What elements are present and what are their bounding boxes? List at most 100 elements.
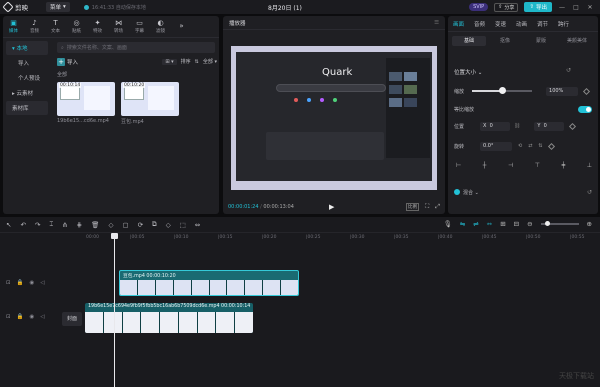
tool-tab[interactable]: T 文本: [45, 16, 66, 37]
property-tab[interactable]: 音频: [469, 20, 490, 28]
reset-icon[interactable]: ↺: [566, 67, 571, 74]
scale-slider-knob[interactable]: [499, 87, 507, 94]
preview-canvas[interactable]: Quark: [231, 46, 437, 190]
sort-icon[interactable]: ⇅: [195, 59, 199, 65]
fit-timeline-icon[interactable]: ⊟: [514, 220, 519, 228]
track-lock-icon[interactable]: ⊡: [6, 314, 11, 320]
timeline-tool-icon[interactable]: 🗑: [91, 221, 99, 229]
sidebar-item[interactable]: 导入: [6, 56, 48, 70]
zoom-in-icon[interactable]: ⊕: [587, 220, 592, 228]
property-tab[interactable]: 调节: [532, 20, 553, 28]
fullscreen-icon[interactable]: ⤢: [435, 203, 440, 211]
minimize-icon[interactable]: —: [558, 4, 566, 11]
align-middle-icon[interactable]: ╪: [562, 162, 566, 169]
tool-tab[interactable]: ▣ 媒体: [3, 16, 24, 37]
keyframe-icon[interactable]: [547, 142, 555, 150]
tool-tab[interactable]: »: [171, 16, 192, 37]
position-size-section[interactable]: 位置大小 ⌄: [454, 68, 482, 76]
track-mute-icon[interactable]: ◁: [40, 280, 44, 286]
timeline-tool-icon[interactable]: ◇: [108, 221, 113, 229]
rotate-icon[interactable]: ⟲: [518, 143, 522, 149]
preview-axis-icon[interactable]: ⊞: [500, 220, 505, 228]
timeline-clip[interactable]: 19b6e15e7c694e9fb9f5fbb5bc16ab6b7509dcd6…: [85, 303, 253, 333]
close-icon[interactable]: ✕: [586, 4, 594, 11]
keyframe-icon[interactable]: [582, 87, 591, 95]
scale-slider[interactable]: [472, 87, 533, 94]
sidebar-item[interactable]: 个人预设: [6, 71, 48, 85]
tool-tab[interactable]: ♪ 音频: [24, 16, 45, 37]
blend-label[interactable]: 混合 ⌄: [463, 189, 479, 196]
property-tab[interactable]: 跨行: [553, 20, 574, 28]
track-visible-icon[interactable]: ◉: [29, 314, 34, 320]
align-left-icon[interactable]: ⊢: [456, 162, 461, 169]
reset-icon[interactable]: ↺: [587, 189, 592, 196]
keyframe-icon[interactable]: [569, 122, 577, 130]
tool-tab[interactable]: ◐ 滤镜: [150, 16, 171, 37]
track-mute-icon[interactable]: ◁: [40, 314, 44, 320]
track-visible-icon[interactable]: ◉: [29, 280, 34, 286]
auto-snap-icon[interactable]: ⇌: [473, 220, 478, 228]
align-bottom-icon[interactable]: ⊥: [587, 162, 592, 169]
timeline-tool-icon[interactable]: ⧉: [152, 220, 157, 229]
menu-icon[interactable]: ☰: [434, 20, 445, 26]
export-button[interactable]: ⇧ 导出: [524, 2, 552, 12]
fit-screen-icon[interactable]: ⛶: [425, 203, 429, 211]
svip-badge[interactable]: SVIP: [469, 3, 489, 11]
tool-tab[interactable]: ▭ 字幕: [129, 16, 150, 37]
linkage-icon[interactable]: ⇿: [487, 220, 492, 228]
microphone-icon[interactable]: 🎙: [444, 220, 452, 228]
property-sub-tab[interactable]: 美颜美体: [560, 36, 594, 46]
property-tab[interactable]: 变速: [490, 20, 511, 28]
align-top-icon[interactable]: ⊤: [535, 162, 540, 169]
timeline-tool-icon[interactable]: ⬚: [180, 221, 186, 229]
property-sub-tab[interactable]: 蒙版: [524, 36, 558, 46]
track-lock-icon[interactable]: 🔒: [17, 314, 24, 320]
timeline-tool-icon[interactable]: ↶: [20, 221, 25, 229]
property-tab[interactable]: 动画: [511, 20, 532, 28]
sidebar-item[interactable]: ▾ 本地: [6, 41, 48, 55]
scale-value[interactable]: 100%: [546, 86, 579, 96]
timeline-tool-icon[interactable]: ▢: [122, 221, 128, 229]
timeline-tool-icon[interactable]: ⟳: [138, 221, 143, 229]
project-title[interactable]: 8月20日 (1): [268, 3, 302, 12]
position-x-field[interactable]: X 0: [480, 121, 511, 131]
import-button[interactable]: + 导入: [57, 57, 78, 66]
grid-view-icon[interactable]: ⊞ ▾: [162, 58, 177, 65]
align-right-icon[interactable]: ⊣: [508, 162, 513, 169]
timeline-tool-icon[interactable]: ◇: [166, 221, 171, 229]
property-sub-tab[interactable]: 抠像: [488, 36, 522, 46]
link-icon[interactable]: ⛓: [514, 123, 520, 129]
search-input[interactable]: ⌕ 搜索文件名称、文案、画面: [57, 42, 215, 53]
flip-icon[interactable]: ⇄: [528, 143, 532, 149]
rotate-value[interactable]: 0.0°: [480, 141, 513, 151]
sort-button[interactable]: 排序: [181, 58, 191, 65]
ratio-button[interactable]: 比例: [405, 203, 419, 211]
tool-tab[interactable]: ◎ 贴纸: [66, 16, 87, 37]
track-lock-icon[interactable]: 🔒: [17, 280, 24, 286]
cover-button[interactable]: 封面: [62, 312, 82, 326]
main-track-link-icon[interactable]: ⇋: [460, 220, 465, 228]
filter-button[interactable]: 全部 ▾: [203, 58, 217, 65]
timeline-tool-icon[interactable]: ↖: [6, 221, 11, 229]
timeline-tool-icon[interactable]: ⇔: [195, 221, 200, 229]
timeline-clip[interactable]: 豆包.mp4 00:00:10:20: [119, 270, 299, 296]
sidebar-item[interactable]: ▸ 云素材: [6, 86, 48, 100]
uniform-scale-toggle[interactable]: [578, 105, 592, 113]
media-item[interactable]: 00:10:20: [121, 82, 179, 116]
playhead[interactable]: [114, 234, 115, 387]
media-item[interactable]: 00:10:14: [57, 82, 115, 116]
zoom-out-icon[interactable]: ⊖: [527, 220, 532, 228]
track-lock-icon[interactable]: ⊡: [6, 280, 11, 286]
property-sub-tab[interactable]: 基础: [452, 36, 486, 46]
timeline-tool-icon[interactable]: ⋕: [77, 221, 82, 229]
property-tab[interactable]: 画面: [448, 20, 469, 28]
position-y-field[interactable]: Y 0: [534, 121, 565, 131]
tool-tab[interactable]: ⋈ 转场: [108, 16, 129, 37]
time-ruler[interactable]: 00:00 |00:05 |00:10 |00:15 |00:20 |00:25 |00:3…: [86, 234, 600, 243]
timeline-tool-icon[interactable]: ↷: [35, 221, 40, 229]
flip-vertical-icon[interactable]: ⇅: [538, 143, 542, 149]
blend-checkbox[interactable]: [454, 189, 460, 195]
timeline-tool-icon[interactable]: ⌶: [49, 220, 53, 229]
play-button[interactable]: ▶: [329, 203, 334, 211]
menu-button[interactable]: 菜单 ▾: [46, 2, 70, 12]
